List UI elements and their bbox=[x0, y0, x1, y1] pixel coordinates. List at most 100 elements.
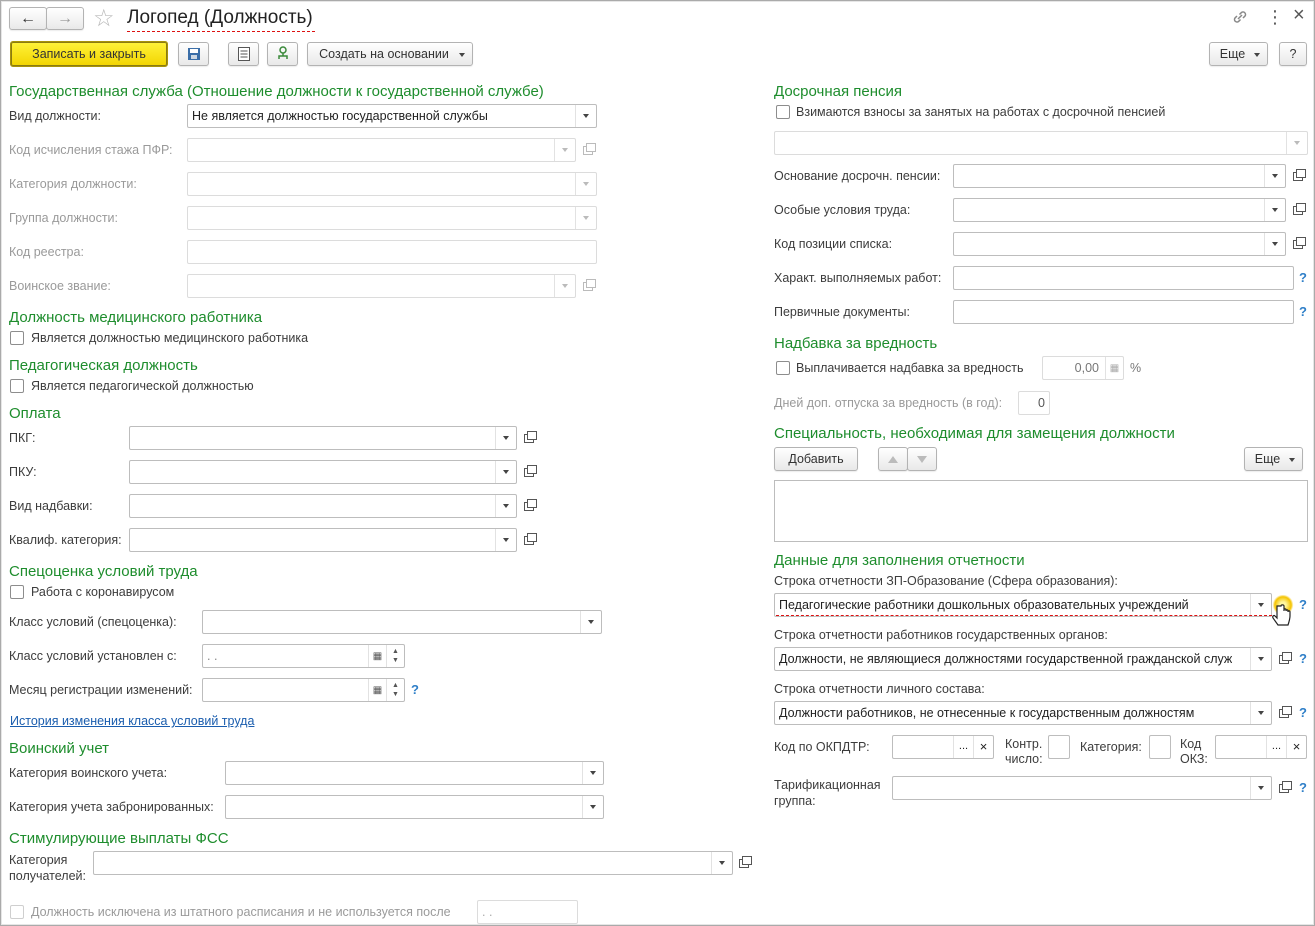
excluded-checkbox[interactable] bbox=[10, 905, 24, 919]
save-and-close-button[interactable]: Записать и закрыть bbox=[10, 41, 168, 67]
calendar-icon[interactable]: ▦ bbox=[368, 645, 386, 667]
open-icon[interactable] bbox=[1288, 166, 1308, 186]
early-pension-select[interactable] bbox=[774, 131, 1308, 155]
close-icon[interactable]: × bbox=[1293, 4, 1305, 27]
open-icon[interactable] bbox=[519, 496, 539, 516]
works-nature-input[interactable] bbox=[953, 266, 1294, 290]
help-icon[interactable]: ? bbox=[411, 682, 419, 697]
open-icon[interactable] bbox=[578, 276, 598, 296]
dropdown-icon[interactable] bbox=[582, 796, 603, 818]
open-icon[interactable] bbox=[519, 530, 539, 550]
pfr-code-select[interactable] bbox=[187, 138, 576, 162]
dropdown-icon[interactable] bbox=[582, 762, 603, 784]
class-date-input[interactable]: . . ▦ ▲ ▼ bbox=[202, 644, 405, 668]
dropdown-icon[interactable] bbox=[580, 611, 601, 633]
hazard-checkbox[interactable] bbox=[776, 361, 790, 375]
open-icon[interactable] bbox=[1274, 649, 1294, 669]
pku-select[interactable] bbox=[129, 460, 517, 484]
forward-button[interactable]: → bbox=[46, 7, 84, 30]
hazard-days-input[interactable]: 0 bbox=[1018, 391, 1050, 415]
help-icon[interactable]: ? bbox=[1299, 705, 1307, 720]
specialty-more-button[interactable]: Еще bbox=[1244, 447, 1303, 471]
military-rank-select[interactable] bbox=[187, 274, 576, 298]
dropdown-icon[interactable] bbox=[554, 139, 575, 161]
conditions-class-select[interactable] bbox=[202, 610, 602, 634]
clear-icon[interactable]: × bbox=[1286, 736, 1306, 758]
registry-code-input[interactable] bbox=[187, 240, 597, 264]
staff-row-select[interactable]: Должности работников, не отнесенные к го… bbox=[774, 701, 1272, 725]
calculator-icon[interactable]: ▦ bbox=[1105, 357, 1123, 379]
pedagogical-checkbox[interactable] bbox=[10, 379, 24, 393]
month-registration-input[interactable]: ▦ ▲ ▼ bbox=[202, 678, 405, 702]
dropdown-icon[interactable] bbox=[495, 529, 516, 551]
dropdown-icon[interactable] bbox=[575, 105, 596, 127]
history-link[interactable]: История изменения класса условий труда bbox=[10, 714, 254, 728]
select-button[interactable]: ... bbox=[953, 736, 973, 758]
open-icon[interactable] bbox=[1274, 778, 1294, 798]
category-input[interactable] bbox=[1149, 735, 1171, 759]
zp-row-select[interactable]: Педагогические работники дошкольных обра… bbox=[774, 593, 1272, 617]
specialty-table[interactable] bbox=[774, 480, 1308, 542]
calendar-icon[interactable]: ▦ bbox=[368, 679, 386, 701]
kebab-menu-icon[interactable]: ⋮ bbox=[1266, 7, 1284, 28]
help-button[interactable]: ? bbox=[1279, 42, 1307, 66]
excluded-date-input[interactable]: . . bbox=[477, 900, 578, 924]
list-position-select[interactable] bbox=[953, 232, 1286, 256]
position-group-select[interactable] bbox=[187, 206, 597, 230]
early-pension-checkbox[interactable] bbox=[776, 105, 790, 119]
link-icon[interactable] bbox=[1232, 9, 1248, 25]
open-icon[interactable] bbox=[578, 140, 598, 160]
gov-row-select[interactable]: Должности, не являющиеся должностями гос… bbox=[774, 647, 1272, 671]
dropdown-icon[interactable] bbox=[575, 173, 596, 195]
dropdown-icon[interactable] bbox=[1250, 777, 1271, 799]
dropdown-icon[interactable] bbox=[1250, 648, 1271, 670]
early-basis-select[interactable] bbox=[953, 164, 1286, 188]
help-icon[interactable]: ? bbox=[1299, 270, 1307, 285]
move-up-button[interactable] bbox=[878, 447, 908, 471]
open-icon[interactable] bbox=[1274, 703, 1294, 723]
bonus-kind-select[interactable] bbox=[129, 494, 517, 518]
dropdown-icon[interactable] bbox=[1250, 702, 1271, 724]
help-icon[interactable]: ? bbox=[1299, 651, 1307, 666]
select-button[interactable]: ... bbox=[1266, 736, 1286, 758]
favorite-star-icon[interactable]: ☆ bbox=[93, 4, 115, 33]
open-icon[interactable] bbox=[519, 462, 539, 482]
add-button[interactable]: Добавить bbox=[774, 447, 858, 471]
open-icon[interactable] bbox=[1288, 234, 1308, 254]
open-icon[interactable] bbox=[519, 428, 539, 448]
dropdown-icon[interactable] bbox=[1264, 165, 1285, 187]
help-icon[interactable]: ? bbox=[1299, 780, 1307, 795]
dropdown-icon[interactable] bbox=[495, 461, 516, 483]
dropdown-icon[interactable] bbox=[554, 275, 575, 297]
medical-checkbox[interactable] bbox=[10, 331, 24, 345]
recipients-category-select[interactable] bbox=[93, 851, 733, 875]
military-category-select[interactable] bbox=[225, 761, 604, 785]
more-button[interactable]: Еще bbox=[1209, 42, 1268, 66]
spin-icon[interactable]: ▲ ▼ bbox=[386, 645, 404, 667]
open-icon[interactable] bbox=[734, 853, 754, 873]
hazard-percent-input[interactable]: 0,00 ▦ bbox=[1042, 356, 1124, 380]
pkg-select[interactable] bbox=[129, 426, 517, 450]
dropdown-icon[interactable] bbox=[495, 427, 516, 449]
move-down-button[interactable] bbox=[907, 447, 937, 471]
clear-icon[interactable]: × bbox=[973, 736, 993, 758]
dropdown-icon[interactable] bbox=[495, 495, 516, 517]
covid-checkbox[interactable] bbox=[10, 585, 24, 599]
position-kind-select[interactable]: Не является должностью государственной с… bbox=[187, 104, 597, 128]
open-icon[interactable] bbox=[1288, 200, 1308, 220]
document-list-button[interactable] bbox=[228, 42, 259, 66]
primary-docs-input[interactable] bbox=[953, 300, 1294, 324]
help-icon[interactable]: ? bbox=[1299, 304, 1307, 319]
structure-button[interactable] bbox=[267, 42, 298, 66]
special-conditions-select[interactable] bbox=[953, 198, 1286, 222]
back-button[interactable]: ← bbox=[9, 7, 47, 30]
dropdown-icon[interactable] bbox=[1264, 199, 1285, 221]
dropdown-icon[interactable] bbox=[1250, 594, 1271, 616]
dropdown-icon[interactable] bbox=[575, 207, 596, 229]
dropdown-icon[interactable] bbox=[1264, 233, 1285, 255]
create-based-button[interactable]: Создать на основании bbox=[307, 42, 473, 66]
control-number-input[interactable] bbox=[1048, 735, 1070, 759]
position-category-select[interactable] bbox=[187, 172, 597, 196]
help-icon[interactable]: ? bbox=[1299, 597, 1307, 612]
okz-input[interactable]: ... × bbox=[1215, 735, 1307, 759]
